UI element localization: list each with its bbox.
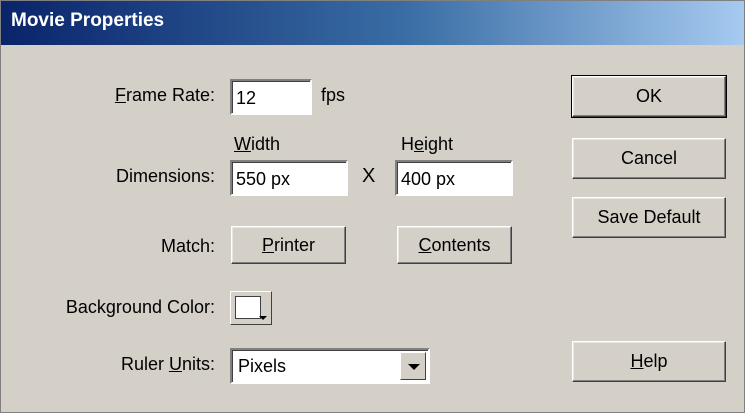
dimensions-label: Dimensions: (115, 166, 215, 186)
match-contents-button[interactable]: Contents (397, 226, 512, 264)
dropdown-arrow-icon (259, 316, 267, 320)
color-swatch (235, 296, 261, 319)
ruler-units-dropdown-button[interactable] (400, 352, 426, 380)
movie-properties-dialog: Movie Properties Frame Rate: 12 fps Widt… (0, 0, 745, 413)
ok-button[interactable]: OK (571, 75, 727, 118)
width-header: Width (234, 134, 281, 154)
ruler-units-label: Ruler Units: (120, 354, 215, 374)
chevron-down-icon (408, 364, 420, 370)
dimension-separator: X (362, 165, 376, 187)
cancel-button[interactable]: Cancel (572, 138, 726, 179)
height-input[interactable]: 400 px (395, 160, 513, 196)
frame-rate-label: Frame Rate: (114, 85, 215, 105)
match-label: Match: (160, 236, 215, 256)
width-input[interactable]: 550 px (230, 160, 348, 196)
ruler-units-select[interactable]: Pixels (230, 348, 430, 384)
match-printer-button[interactable]: Printer (231, 226, 346, 264)
save-default-button[interactable]: Save Default (572, 197, 726, 238)
background-color-label: Background Color: (65, 297, 215, 317)
ruler-units-value: Pixels (238, 356, 287, 376)
height-header: Height (401, 134, 454, 154)
help-button[interactable]: Help (572, 341, 726, 382)
background-color-picker[interactable] (230, 291, 272, 325)
window-title: Movie Properties (11, 10, 165, 31)
fps-unit-label: fps (321, 85, 346, 105)
title-bar[interactable]: Movie Properties (1, 1, 744, 45)
frame-rate-input[interactable]: 12 (230, 79, 312, 115)
